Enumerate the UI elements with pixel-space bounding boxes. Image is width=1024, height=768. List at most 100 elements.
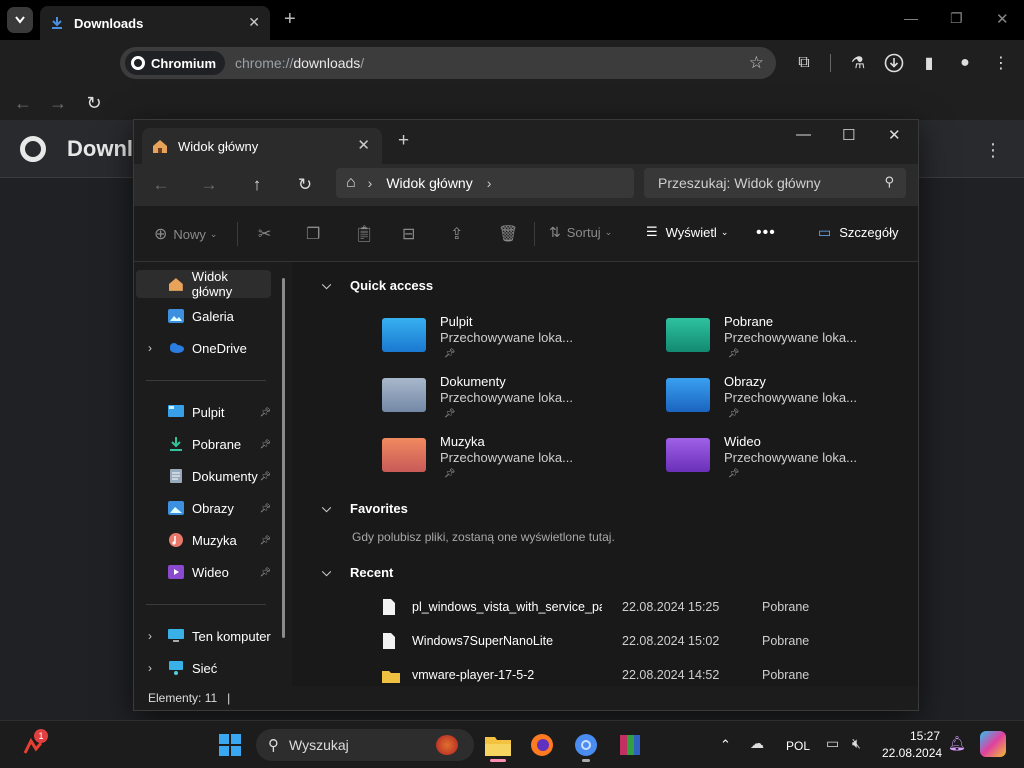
site-chip[interactable]: Chromium <box>125 51 225 75</box>
rename-icon[interactable]: ⊟ <box>402 224 415 244</box>
pin-icon[interactable]: 📌︎ <box>260 439 271 450</box>
sidebar-item-gallery[interactable]: Galeria <box>136 302 271 330</box>
reload-icon[interactable]: ↻ <box>83 92 105 114</box>
chrome-menu-icon[interactable]: ⋮ <box>990 52 1012 74</box>
pin-icon[interactable]: 📌︎ <box>260 535 271 546</box>
taskbar-file-explorer[interactable] <box>482 729 514 762</box>
omnibox[interactable]: Chromium chrome://downloads/ ☆ <box>120 47 776 79</box>
sidebar-item-pictures[interactable]: Obrazy 📌︎ <box>136 494 271 522</box>
chevron-right-icon[interactable]: › <box>148 629 152 643</box>
sidebar-item-videos[interactable]: Wideo 📌︎ <box>136 558 271 586</box>
new-tab-button[interactable]: + <box>284 8 296 31</box>
taskbar-firefox[interactable] <box>526 729 558 761</box>
notification-bell-icon[interactable]: 🔔︎ <box>948 735 966 752</box>
sidebar-item-this-pc[interactable]: › Ten komputer <box>136 622 271 650</box>
sidebar-item-downloads[interactable]: Pobrane 📌︎ <box>136 430 271 458</box>
up-icon[interactable]: ↑ <box>246 174 268 196</box>
chevron-right-icon[interactable]: › <box>487 175 492 191</box>
downloads-icon[interactable] <box>883 52 905 74</box>
view-button[interactable]: ☰ Wyświetl ⌄ <box>646 224 728 240</box>
details-button[interactable]: ▭ Szczegóły <box>818 224 898 241</box>
minimize-icon[interactable]: — <box>796 126 811 143</box>
item-name: Wideo <box>724 434 761 449</box>
close-window-icon[interactable]: ✕ <box>996 10 1009 28</box>
new-tab-button[interactable]: + <box>398 130 409 152</box>
clock-time[interactable]: 15:27 <box>910 729 940 743</box>
taskbar-chromium[interactable] <box>570 729 602 762</box>
chrome-tab-downloads[interactable]: Downloads ✕ <box>40 6 270 40</box>
refresh-icon[interactable]: ↻ <box>294 174 316 196</box>
close-window-icon[interactable]: ✕ <box>888 126 901 144</box>
sidebar-item-onedrive[interactable]: › OneDrive <box>136 334 271 362</box>
forward-icon[interactable]: → <box>198 174 220 196</box>
close-tab-icon[interactable]: ✕ <box>357 136 370 154</box>
delete-icon[interactable]: 🗑︎ <box>498 224 518 244</box>
share-icon[interactable]: ⇪ <box>450 224 463 244</box>
chevron-right-icon[interactable]: › <box>148 341 152 355</box>
sidebar-item-documents[interactable]: Dokumenty 📌︎ <box>136 462 271 490</box>
sidebar-item-music[interactable]: Muzyka 📌︎ <box>136 526 271 554</box>
extensions-icon[interactable]: ⧉ <box>793 52 815 74</box>
side-panel-icon[interactable]: ▮ <box>918 52 940 74</box>
explorer-tab-home[interactable]: Widok główny ✕ <box>142 128 382 164</box>
pin-icon[interactable]: 📌︎ <box>260 407 271 418</box>
address-bar[interactable]: ⌂ › Widok główny › <box>336 168 634 198</box>
start-button[interactable] <box>214 729 246 761</box>
chevron-right-icon[interactable]: › <box>368 175 373 191</box>
chromium-logo-icon <box>20 136 46 162</box>
back-icon[interactable]: ← <box>150 174 172 196</box>
section-recent[interactable]: ⌵ Recent <box>322 565 393 580</box>
tab-search-button[interactable] <box>7 7 33 33</box>
sidebar-item-desktop[interactable]: Pulpit 📌︎ <box>136 398 271 426</box>
restore-icon[interactable]: ❐ <box>950 10 963 27</box>
new-button[interactable]: ⊕ Nowy ⌄ <box>154 224 217 244</box>
bookmark-star-icon[interactable]: ☆ <box>749 53 764 73</box>
more-options-icon[interactable]: ••• <box>756 224 776 242</box>
maximize-icon[interactable]: ☐ <box>842 126 855 144</box>
taskbar-winrar[interactable] <box>614 729 646 761</box>
sidebar-scrollbar[interactable] <box>282 278 285 638</box>
section-favorites[interactable]: ⌵ Favorites <box>322 501 408 516</box>
page-menu-icon[interactable]: ⋮ <box>984 140 1002 161</box>
paste-icon[interactable]: 📋︎ <box>354 224 374 244</box>
section-quick-access[interactable]: ⌵ Quick access <box>322 278 433 293</box>
quick-access-item-music[interactable]: Muzyka Przechowywane loka... 📌︎ <box>382 434 622 490</box>
recent-row[interactable]: pl_windows_vista_with_service_pa... 22.0… <box>382 594 882 622</box>
pin-icon[interactable]: 📌︎ <box>260 471 271 482</box>
clock-date[interactable]: 22.08.2024 <box>882 746 942 760</box>
taskbar-search[interactable]: ⚲ Wyszukaj <box>256 729 474 761</box>
quick-access-item-videos[interactable]: Wideo Przechowywane loka... 📌︎ <box>666 434 906 490</box>
cut-icon[interactable]: ✂ <box>258 224 271 244</box>
pin-icon[interactable]: 📌︎ <box>260 567 271 578</box>
labs-flask-icon[interactable]: ⚗ <box>847 52 869 74</box>
profile-icon[interactable]: ● <box>954 52 976 74</box>
recent-row[interactable]: Windows7SuperNanoLite 22.08.2024 15:02 P… <box>382 628 882 656</box>
back-icon[interactable]: ← <box>12 92 34 114</box>
explorer-content: ⌵ Quick access Pulpit Przechowywane loka… <box>292 262 918 686</box>
volume-muted-icon[interactable]: 🔇︎ <box>852 735 861 752</box>
tray-overflow-icon[interactable]: ⌃ <box>720 737 731 753</box>
quick-access-item-desktop[interactable]: Pulpit Przechowywane loka... 📌︎ <box>382 314 622 370</box>
sidebar-item-home[interactable]: Widok główny <box>136 269 271 299</box>
address-segment[interactable]: Widok główny <box>386 175 472 191</box>
search-input[interactable]: Przeszukaj: Widok główny ⚲ <box>644 168 906 198</box>
network-tray-icon[interactable]: ▭ <box>826 735 839 752</box>
onedrive-tray-icon[interactable]: ☁ <box>750 735 764 752</box>
section-title: Favorites <box>350 501 408 516</box>
sidebar-item-network[interactable]: › Sieć <box>136 654 271 682</box>
chevron-right-icon[interactable]: › <box>148 661 152 675</box>
widgets-button[interactable]: 1 <box>18 729 50 761</box>
copy-icon[interactable]: ❐ <box>306 224 320 244</box>
forward-icon[interactable]: → <box>47 92 69 114</box>
language-indicator[interactable]: POL <box>786 739 810 753</box>
quick-access-item-downloads[interactable]: Pobrane Przechowywane loka... 📌︎ <box>666 314 906 370</box>
minimize-icon[interactable]: — <box>904 10 918 26</box>
pin-icon[interactable]: 📌︎ <box>260 503 271 514</box>
sort-button[interactable]: ⇅ Sortuj ⌄ <box>549 224 612 241</box>
copilot-icon[interactable] <box>980 731 1006 757</box>
quick-access-item-pictures[interactable]: Obrazy Przechowywane loka... 📌︎ <box>666 374 906 430</box>
pin-icon: 📌︎ <box>444 348 456 358</box>
quick-access-item-documents[interactable]: Dokumenty Przechowywane loka... 📌︎ <box>382 374 622 430</box>
close-tab-icon[interactable]: ✕ <box>248 14 260 31</box>
url-text[interactable]: chrome://downloads/ <box>235 55 364 71</box>
